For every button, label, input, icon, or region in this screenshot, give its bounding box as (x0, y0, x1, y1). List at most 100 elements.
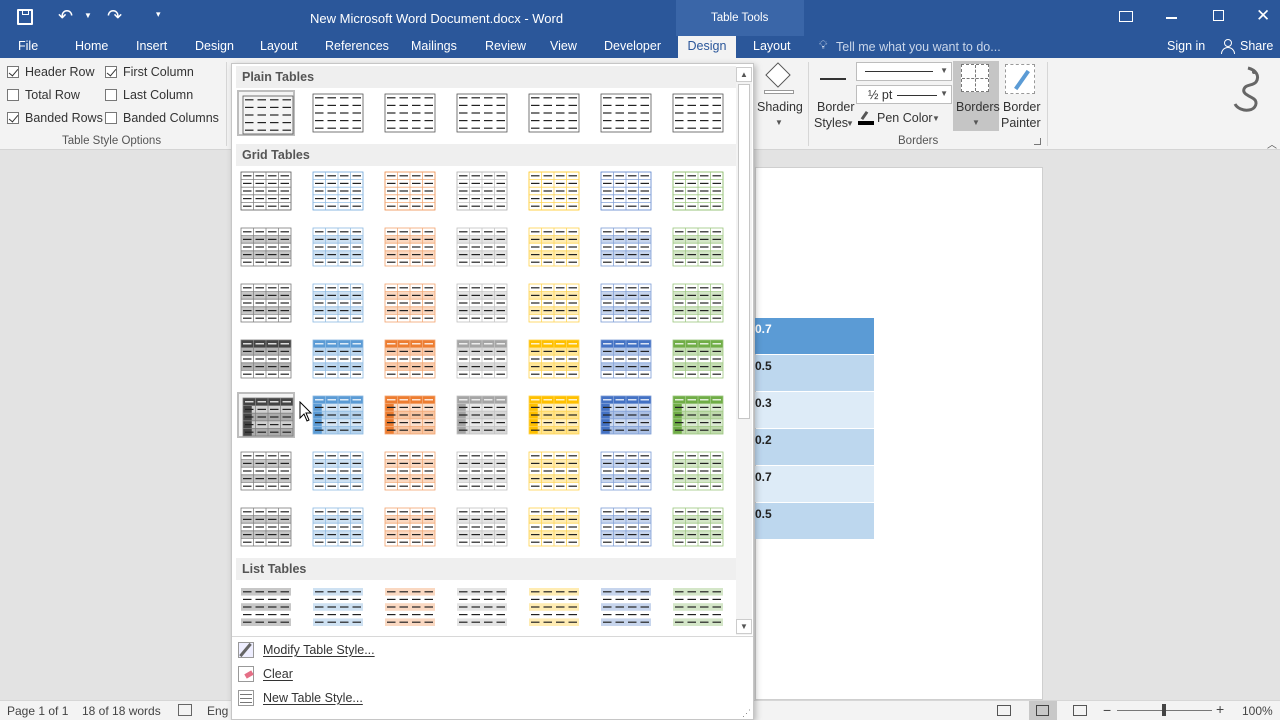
modify-table-style-item[interactable]: Modify Table Style... (263, 643, 375, 657)
table-style-thumbnail[interactable] (381, 336, 439, 382)
minimize-button[interactable] (1166, 17, 1177, 19)
shading-dropdown-icon[interactable]: ▼ (775, 118, 783, 127)
undo-dropdown-icon[interactable]: ▼ (84, 11, 92, 20)
new-table-style-item[interactable]: New Table Style... (263, 691, 363, 705)
table-style-thumbnail[interactable] (597, 392, 655, 438)
tab-references[interactable]: References (317, 36, 397, 58)
table-style-thumbnail[interactable] (597, 504, 655, 550)
table-style-thumbnail[interactable] (453, 584, 511, 630)
tab-layout[interactable]: Layout (252, 36, 306, 58)
tab-review[interactable]: Review (477, 36, 534, 58)
sign-in-link[interactable]: Sign in (1167, 39, 1205, 53)
table-style-thumbnail[interactable] (309, 336, 367, 382)
table-cell[interactable]: 0.7 (755, 466, 874, 502)
table-style-thumbnail[interactable] (669, 504, 727, 550)
header-row-option[interactable]: Header Row (7, 65, 94, 79)
table-style-thumbnail[interactable] (381, 280, 439, 326)
share-button[interactable]: Share (1240, 39, 1273, 53)
language[interactable]: Eng (207, 704, 228, 718)
table-style-thumbnail[interactable] (381, 504, 439, 550)
table-style-thumbnail[interactable] (453, 224, 511, 270)
proofing-icon[interactable] (178, 704, 192, 716)
table-style-thumbnail[interactable] (525, 168, 583, 214)
zoom-slider-thumb[interactable] (1162, 704, 1166, 716)
table-style-thumbnail[interactable] (597, 336, 655, 382)
close-button[interactable]: ✕ (1256, 6, 1270, 26)
borders-icon[interactable] (961, 64, 989, 92)
tab-table-layout[interactable]: Layout (745, 36, 799, 58)
table-style-thumbnail[interactable] (525, 90, 583, 136)
table-style-thumbnail[interactable] (453, 504, 511, 550)
first-column-option[interactable]: First Column (105, 65, 194, 79)
table-style-thumbnail[interactable] (597, 280, 655, 326)
line-weight-dropdown[interactable]: ½ pt ▼ (856, 85, 952, 104)
table-style-thumbnail[interactable] (597, 584, 655, 630)
page-count[interactable]: Page 1 of 1 (7, 704, 68, 718)
table-style-thumbnail[interactable] (669, 448, 727, 494)
table-style-thumbnail[interactable] (525, 336, 583, 382)
clear-item[interactable]: Clear (263, 667, 293, 681)
table-cell[interactable]: 0.5 (755, 503, 874, 539)
ribbon-display-options-icon[interactable] (1119, 11, 1133, 22)
border-painter-icon[interactable] (1005, 64, 1035, 94)
table-style-thumbnail[interactable] (309, 504, 367, 550)
tab-insert[interactable]: Insert (128, 36, 175, 58)
table-style-thumbnail[interactable] (309, 392, 367, 438)
borders-label[interactable]: Borders (956, 100, 1000, 114)
table-style-thumbnail[interactable] (237, 168, 295, 214)
table-style-thumbnail[interactable] (453, 448, 511, 494)
tab-mailings[interactable]: Mailings (403, 36, 465, 58)
collapse-ribbon-icon[interactable]: ︿ (1267, 136, 1277, 151)
table-style-thumbnail[interactable] (669, 280, 727, 326)
table-style-thumbnail[interactable] (669, 168, 727, 214)
zoom-out-button[interactable]: − (1103, 702, 1111, 718)
scroll-thumb[interactable] (738, 84, 750, 419)
banded-columns-option[interactable]: Banded Columns (105, 111, 219, 125)
scroll-down-button[interactable]: ▼ (736, 619, 752, 634)
pen-color-dropdown-icon[interactable]: ▼ (932, 114, 940, 123)
table-style-thumbnail[interactable] (309, 584, 367, 630)
borders-dropdown-icon[interactable]: ▼ (972, 118, 980, 127)
shading-button[interactable]: Shading (757, 100, 803, 114)
pen-color-icon[interactable] (858, 110, 874, 125)
scroll-up-button[interactable]: ▲ (736, 67, 752, 82)
total-row-checkbox[interactable] (7, 89, 19, 101)
table-style-thumbnail[interactable] (237, 504, 295, 550)
table-style-thumbnail[interactable] (381, 392, 439, 438)
save-icon[interactable] (17, 9, 33, 25)
border-styles-label-2[interactable]: Styles (814, 116, 848, 130)
table-cell[interactable]: 0.7 (755, 318, 874, 354)
table-style-thumbnail[interactable] (309, 224, 367, 270)
table-style-thumbnail[interactable] (525, 224, 583, 270)
table-style-thumbnail[interactable] (453, 90, 511, 136)
tab-design[interactable]: Design (187, 36, 242, 58)
table-style-thumbnail[interactable] (453, 392, 511, 438)
table-style-thumbnail[interactable] (669, 336, 727, 382)
tab-table-design[interactable]: Design (678, 36, 736, 58)
table-style-thumbnail[interactable] (381, 168, 439, 214)
table-cell[interactable]: 0.5 (755, 355, 874, 391)
last-column-checkbox[interactable] (105, 89, 117, 101)
line-style-dropdown[interactable]: ▼ (856, 62, 952, 81)
customize-qat-icon[interactable]: ▾ (156, 9, 161, 20)
table-style-thumbnail[interactable] (525, 584, 583, 630)
table-style-thumbnail[interactable] (381, 448, 439, 494)
table-style-thumbnail[interactable] (309, 280, 367, 326)
zoom-in-button[interactable]: + (1216, 701, 1224, 717)
tell-me-box[interactable]: Tell me what you want to do... (836, 40, 1001, 54)
redo-icon[interactable]: ↷ (107, 6, 122, 27)
table-style-thumbnail[interactable] (597, 448, 655, 494)
border-painter-label-2[interactable]: Painter (1001, 116, 1041, 130)
resize-grip-icon[interactable]: ⋰ (742, 708, 751, 719)
table-style-thumbnail[interactable] (237, 224, 295, 270)
tab-home[interactable]: Home (67, 36, 116, 58)
tab-file[interactable]: File (10, 36, 46, 58)
table-style-thumbnail[interactable] (309, 168, 367, 214)
share-icon[interactable] (1221, 39, 1235, 54)
table-style-thumbnail[interactable] (237, 584, 295, 630)
maximize-button[interactable] (1213, 10, 1224, 21)
pen-color-button[interactable]: Pen Color (877, 111, 933, 125)
undo-icon[interactable]: ↶ (58, 6, 73, 27)
border-styles-label-1[interactable]: Border (817, 100, 855, 114)
print-layout-icon[interactable] (1029, 701, 1057, 720)
